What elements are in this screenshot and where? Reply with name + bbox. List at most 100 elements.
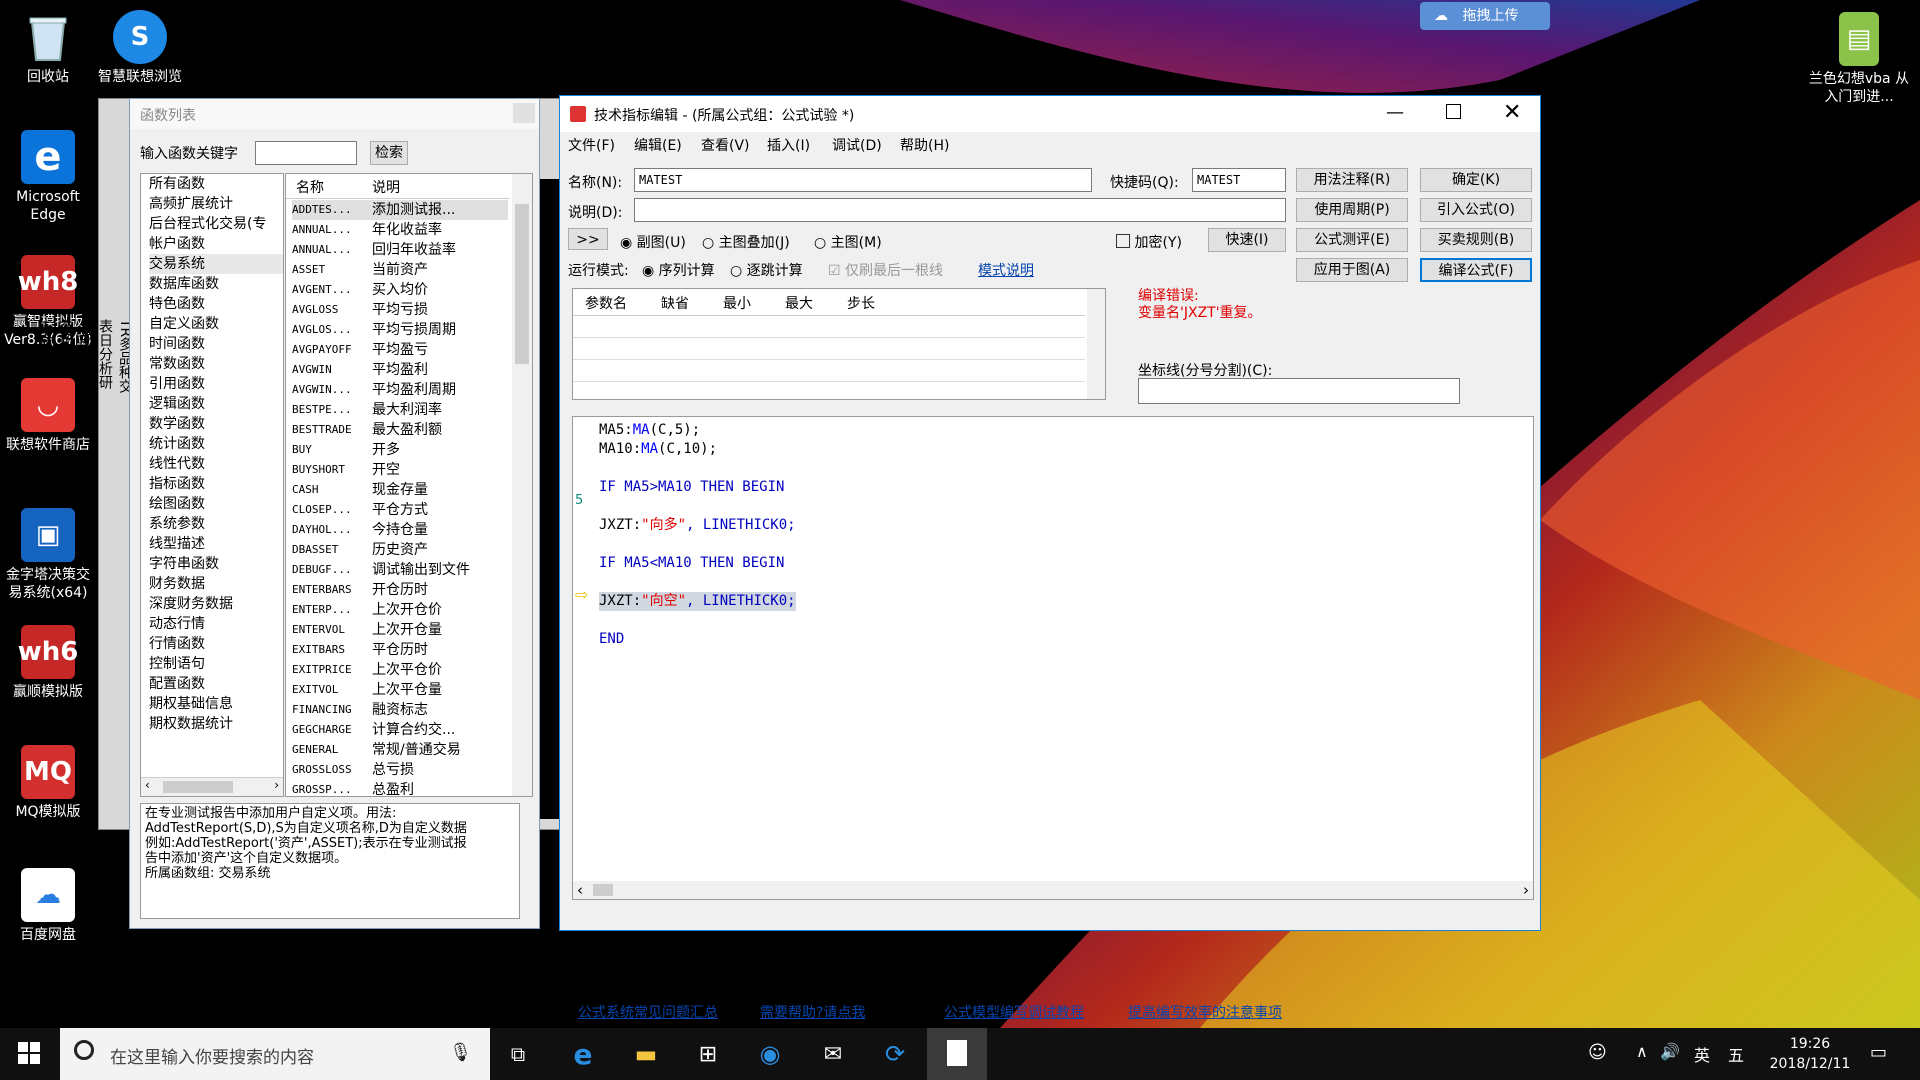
close-icon[interactable]	[513, 103, 535, 123]
function-row[interactable]: ADDTES... 添加测试报...	[292, 200, 508, 220]
volume-icon[interactable]: 🔊	[1660, 1042, 1680, 1061]
vertical-scrollbar[interactable]	[1087, 289, 1105, 399]
scrollbar-thumb[interactable]	[163, 781, 233, 793]
function-row[interactable]: FINANCING 融资标志	[292, 700, 508, 720]
param-row[interactable]	[573, 359, 1085, 382]
category-item[interactable]: 常数函数	[149, 354, 283, 374]
category-item[interactable]: 财务数据	[149, 574, 283, 594]
menu-edit[interactable]: 编辑(E)	[634, 135, 682, 155]
trade-rules-button[interactable]: 买卖规则(B)	[1420, 228, 1532, 252]
horizontal-scrollbar[interactable]: ‹ ›	[141, 777, 283, 796]
category-item[interactable]: 系统参数	[149, 514, 283, 534]
category-item[interactable]: 引用函数	[149, 374, 283, 394]
language-indicator[interactable]: 英	[1694, 1042, 1710, 1066]
category-item[interactable]: 高频扩展统计	[149, 194, 283, 214]
param-row[interactable]	[573, 337, 1085, 360]
category-item[interactable]: 线性代数	[149, 454, 283, 474]
category-item[interactable]: 时间函数	[149, 334, 283, 354]
help-link-faq[interactable]: 公式系统常见问题汇总	[578, 1002, 718, 1022]
code-editor[interactable]: 5 ⇨ MA5:MA(C,5); MA10:MA(C,10); IF MA5>MA1…	[572, 416, 1534, 900]
category-item[interactable]: 指标函数	[149, 474, 283, 494]
menu-debug[interactable]: 调试(D)	[832, 135, 882, 155]
function-row[interactable]: ENTERP... 上次开仓价	[292, 600, 508, 620]
description-input[interactable]	[634, 198, 1286, 222]
lenovo-browser-taskbar-icon[interactable]: ⟳	[877, 1036, 913, 1072]
category-item[interactable]: 控制语句	[149, 654, 283, 674]
code-line[interactable]: END	[599, 630, 796, 649]
category-item[interactable]: 统计函数	[149, 434, 283, 454]
microphone-icon[interactable]: 🎙	[449, 1042, 472, 1063]
search-button[interactable]: 检索	[370, 141, 408, 165]
function-row[interactable]: BESTTRADE 最大盈利额	[292, 420, 508, 440]
close-icon[interactable]: ✕	[1503, 100, 1521, 125]
desktop-icon-lenovo-browser[interactable]: S 智慧联想浏览	[92, 10, 188, 86]
code-line[interactable]	[599, 535, 796, 554]
function-row[interactable]: AVGLOSS 平均亏损	[292, 300, 508, 320]
background-app-tab[interactable]: 全部周期显示	[75, 319, 95, 403]
category-item[interactable]: 行情函数	[149, 634, 283, 654]
category-item[interactable]: 期权基础信息	[149, 694, 283, 714]
mail-icon[interactable]: ✉	[815, 1036, 851, 1072]
category-item[interactable]: 自定义函数	[149, 314, 283, 334]
scrollbar-thumb[interactable]	[593, 884, 613, 896]
function-row[interactable]: BESTPE... 最大利润率	[292, 400, 508, 420]
function-row[interactable]: GROSSP... 总盈利	[292, 780, 508, 796]
radio-main-overlay[interactable]: ○ 主图叠加(J)	[702, 232, 790, 252]
lenovo-app-icon[interactable]: ◉	[752, 1036, 788, 1072]
code-line[interactable]: MA10:MA(C,10);	[599, 440, 796, 459]
file-explorer-icon[interactable]: ▬	[628, 1036, 664, 1072]
maximize-icon[interactable]	[1446, 104, 1461, 119]
expand-button[interactable]: >>	[568, 228, 608, 250]
code-line[interactable]: JXZT:"向多", LINETHICK0;	[599, 516, 796, 535]
help-link-need-help[interactable]: 需要帮助?请点我	[760, 1002, 865, 1022]
function-row[interactable]: ENTERVOL 上次开仓量	[292, 620, 508, 640]
apply-to-chart-button[interactable]: 应用于图(A)	[1296, 258, 1408, 282]
code-line[interactable]	[599, 611, 796, 630]
category-item[interactable]: 所有函数	[149, 174, 283, 194]
menu-view[interactable]: 查看(V)	[701, 135, 750, 155]
use-period-button[interactable]: 使用周期(P)	[1296, 198, 1408, 222]
encrypt-checkbox[interactable]: 加密(Y)	[1116, 232, 1182, 252]
function-row[interactable]: EXITBARS 平仓历时	[292, 640, 508, 660]
scrollbar-thumb[interactable]	[515, 204, 529, 364]
radio-main[interactable]: ○ 主图(M)	[814, 232, 882, 252]
active-window-taskbar-button[interactable]	[927, 1028, 987, 1080]
desktop-icon-recycle-bin[interactable]: 回收站	[0, 10, 96, 86]
function-row[interactable]: GEGCHARGE 计算合约交...	[292, 720, 508, 740]
function-row[interactable]: BUYSHORT 开空	[292, 460, 508, 480]
function-row[interactable]: DEBUGF... 调试输出到文件	[292, 560, 508, 580]
function-row[interactable]: EXITPRICE 上次平仓价	[292, 660, 508, 680]
function-row[interactable]: GROSSLOSS 总亏损	[292, 760, 508, 780]
category-item[interactable]: 逻辑函数	[149, 394, 283, 414]
chevron-right-icon[interactable]: ›	[1523, 881, 1529, 899]
import-formula-button[interactable]: 引入公式(O)	[1420, 198, 1532, 222]
function-row[interactable]: DBASSET 历史资产	[292, 540, 508, 560]
category-item[interactable]: 特色函数	[149, 294, 283, 314]
tray-chevron-icon[interactable]: ∧	[1636, 1042, 1648, 1061]
task-view-icon[interactable]: ⧉	[500, 1036, 536, 1072]
menu-insert[interactable]: 插入(I)	[767, 135, 810, 155]
category-item[interactable]: 后台程式化交易(专	[149, 214, 283, 234]
name-input[interactable]	[634, 168, 1092, 192]
function-row[interactable]: AVGWIN 平均盈利	[292, 360, 508, 380]
function-row[interactable]: ANNUAL... 回归年收益率	[292, 240, 508, 260]
category-item[interactable]: 数据库函数	[149, 274, 283, 294]
vertical-scrollbar[interactable]	[512, 174, 532, 796]
category-item[interactable]: 深度财务数据	[149, 594, 283, 614]
function-search-input[interactable]	[255, 141, 357, 165]
function-row[interactable]: BUY 开多	[292, 440, 508, 460]
category-item[interactable]: 字符串函数	[149, 554, 283, 574]
menu-file[interactable]: 文件(F)	[568, 135, 615, 155]
minimize-icon[interactable]: —	[1386, 102, 1404, 123]
background-app-tab[interactable]: 表日分析研	[95, 319, 115, 403]
notification-icon[interactable]: ▭	[1870, 1042, 1887, 1063]
horizontal-scrollbar[interactable]: ‹ ›	[573, 881, 1533, 899]
radio-tick[interactable]: ○ 逐跳计算	[730, 260, 803, 280]
function-row[interactable]: DAYHOL... 今持仓量	[292, 520, 508, 540]
code-line[interactable]	[599, 573, 796, 592]
column-header-name[interactable]: 名称	[296, 177, 324, 197]
help-link-efficiency[interactable]: 提高编写效率的注意事项	[1128, 1002, 1282, 1022]
code-line[interactable]: JXZT:"向空", LINETHICK0;	[599, 592, 796, 611]
upload-button[interactable]: ☁ 拖拽上传	[1420, 2, 1550, 30]
code-line[interactable]: MA5:MA(C,5);	[599, 421, 796, 440]
